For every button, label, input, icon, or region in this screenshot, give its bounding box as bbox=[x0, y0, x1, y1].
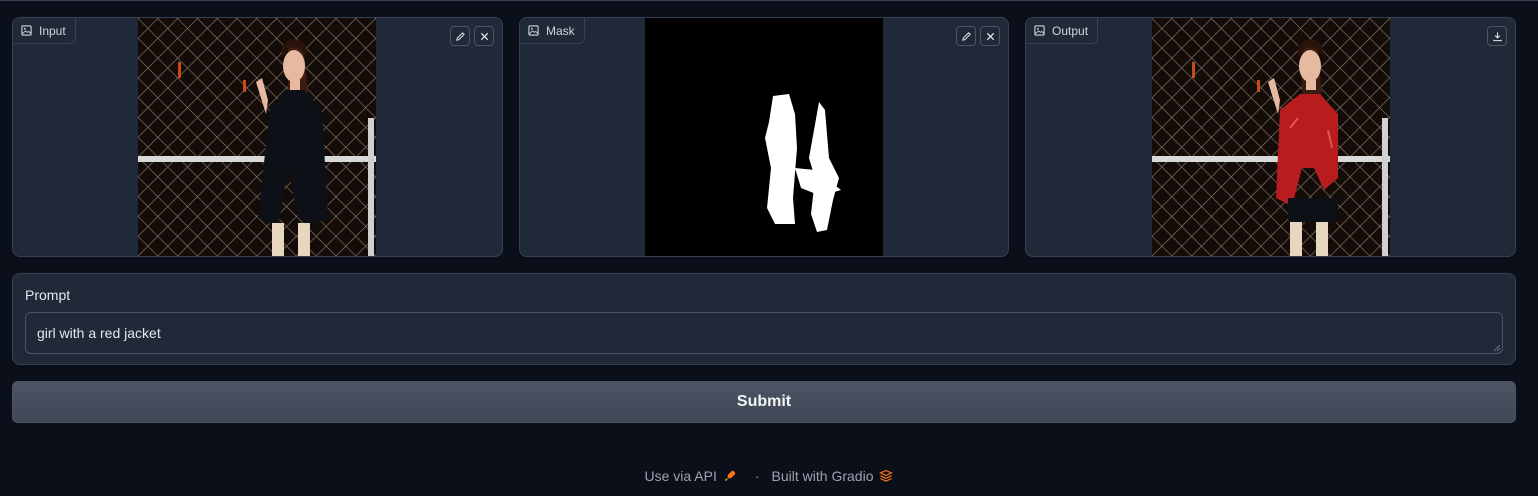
image-icon bbox=[528, 25, 539, 36]
built-with-text: Built with Gradio bbox=[771, 468, 874, 484]
mask-image-panel[interactable]: Mask bbox=[519, 17, 1009, 257]
input-label-chip: Input bbox=[13, 18, 76, 44]
edit-button[interactable] bbox=[956, 26, 976, 46]
output-label-chip: Output bbox=[1026, 18, 1099, 44]
output-image-panel[interactable]: Output bbox=[1025, 17, 1516, 257]
built-with-gradio-link[interactable]: Built with Gradio bbox=[772, 468, 894, 484]
edit-button[interactable] bbox=[450, 26, 470, 46]
output-label: Output bbox=[1052, 23, 1089, 38]
image-icon bbox=[21, 25, 32, 36]
input-label: Input bbox=[39, 23, 66, 38]
footer-separator: · bbox=[754, 468, 760, 484]
output-image bbox=[1152, 18, 1390, 256]
api-link-text: Use via API bbox=[644, 468, 717, 484]
input-image-panel[interactable]: Input bbox=[12, 17, 503, 257]
gradio-logo-icon bbox=[879, 469, 894, 482]
prompt-block: Prompt girl with a red jacket bbox=[12, 273, 1516, 365]
use-via-api-link[interactable]: Use via API bbox=[645, 468, 737, 484]
download-button[interactable] bbox=[1487, 26, 1507, 46]
input-image bbox=[138, 18, 376, 256]
clear-button[interactable] bbox=[980, 26, 1000, 46]
rocket-icon bbox=[724, 470, 736, 481]
mask-label: Mask bbox=[546, 23, 575, 38]
resize-grip-icon[interactable] bbox=[1493, 344, 1501, 352]
submit-button[interactable]: Submit bbox=[12, 381, 1516, 423]
close-icon bbox=[480, 32, 488, 40]
image-icon bbox=[1034, 25, 1045, 36]
clear-button[interactable] bbox=[474, 26, 494, 46]
pencil-icon bbox=[961, 31, 971, 41]
pencil-icon bbox=[455, 31, 465, 41]
prompt-input[interactable]: girl with a red jacket bbox=[25, 312, 1503, 354]
download-icon bbox=[1492, 31, 1502, 41]
top-divider bbox=[0, 0, 1538, 1]
prompt-label: Prompt bbox=[25, 287, 71, 303]
close-icon bbox=[986, 32, 994, 40]
footer: Use via API · Built with Gradio bbox=[0, 466, 1538, 486]
mask-label-chip: Mask bbox=[520, 18, 585, 44]
mask-image bbox=[645, 18, 883, 256]
